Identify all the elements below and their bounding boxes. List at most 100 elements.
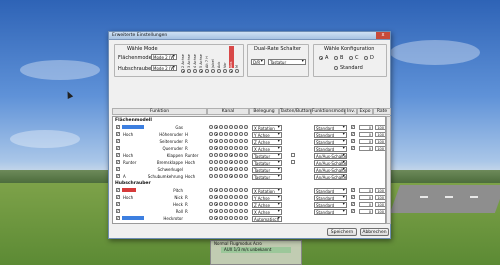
invert-checkbox[interactable]: [351, 131, 355, 136]
channel-radio[interactable]: [219, 146, 223, 150]
channel-radio[interactable]: [239, 216, 243, 220]
channel-radio[interactable]: [219, 132, 223, 136]
rate-field[interactable]: 100: [375, 125, 385, 130]
channel-radio[interactable]: [244, 167, 248, 171]
row-enable-checkbox[interactable]: [116, 201, 120, 206]
channel-radio[interactable]: [209, 132, 213, 136]
column-header-rate[interactable]: Rate: [373, 108, 391, 115]
channel-radio[interactable]: [214, 167, 218, 171]
row-enable-checkbox[interactable]: [116, 215, 120, 220]
row-enable-checkbox[interactable]: [116, 145, 120, 150]
invert-checkbox[interactable]: [351, 124, 355, 129]
channel-radio[interactable]: [219, 202, 223, 206]
channel-radio[interactable]: [229, 216, 233, 220]
config-radio-a[interactable]: [319, 56, 323, 60]
close-button[interactable]: x: [376, 32, 390, 39]
channel-radio[interactable]: [229, 202, 233, 206]
dual-rate-input-select[interactable]: Tastatur: [268, 59, 306, 65]
channel-radio[interactable]: [214, 209, 218, 213]
channel-radio[interactable]: [234, 188, 238, 192]
channel-radio[interactable]: [214, 132, 218, 136]
mode-radio[interactable]: [211, 69, 215, 73]
expo-field[interactable]: 0: [359, 139, 373, 144]
channel-radio[interactable]: [239, 195, 243, 199]
channel-radio[interactable]: [229, 146, 233, 150]
channel-radio[interactable]: [224, 132, 228, 136]
row-mode-select[interactable]: Bewegen: +/-: [314, 223, 347, 224]
invert-checkbox[interactable]: [351, 194, 355, 199]
channel-radio[interactable]: [224, 209, 228, 213]
channel-radio[interactable]: [214, 202, 218, 206]
key-button[interactable]: [291, 160, 295, 164]
channel-radio[interactable]: [234, 223, 238, 224]
channel-radio[interactable]: [224, 167, 228, 171]
channel-radio[interactable]: [229, 195, 233, 199]
channel-radio[interactable]: [209, 195, 213, 199]
column-header-mode[interactable]: Funktionsmodus: [311, 108, 349, 115]
mode-radio[interactable]: [235, 69, 239, 73]
channel-radio[interactable]: [224, 202, 228, 206]
channel-radio[interactable]: [239, 125, 243, 129]
column-header-function[interactable]: Funktion: [112, 108, 207, 115]
channel-radio[interactable]: [239, 132, 243, 136]
channel-radio[interactable]: [234, 160, 238, 164]
channel-radio[interactable]: [209, 153, 213, 157]
channel-radio[interactable]: [214, 195, 218, 199]
mode-select-heli[interactable]: Mode 2 (W: [151, 65, 177, 71]
channel-radio[interactable]: [214, 160, 218, 164]
save-button[interactable]: Speichern: [327, 228, 357, 236]
channel-radio[interactable]: [209, 223, 213, 224]
invert-checkbox[interactable]: [351, 145, 355, 150]
channel-radio[interactable]: [219, 174, 223, 178]
channel-radio[interactable]: [229, 160, 233, 164]
channel-radio[interactable]: [224, 125, 228, 129]
channel-radio[interactable]: [234, 167, 238, 171]
channel-radio[interactable]: [234, 125, 238, 129]
row-enable-checkbox[interactable]: [116, 152, 120, 157]
row-enable-checkbox[interactable]: [117, 222, 120, 223]
column-header-keys[interactable]: Tasten/Buttons: [279, 108, 313, 115]
channel-radio[interactable]: [239, 202, 243, 206]
channel-radio[interactable]: [234, 216, 238, 220]
channel-radio[interactable]: [219, 195, 223, 199]
channel-radio[interactable]: [229, 132, 233, 136]
column-header-assignment[interactable]: Belegung: [249, 108, 279, 115]
channel-radio[interactable]: [209, 174, 213, 178]
channel-radio[interactable]: [244, 209, 248, 213]
row-enable-checkbox[interactable]: [116, 173, 120, 178]
mode-radio[interactable]: [199, 69, 203, 73]
column-header-channel[interactable]: Kanal: [207, 108, 249, 115]
rate-field[interactable]: 100: [375, 188, 385, 193]
channel-radio[interactable]: [219, 209, 223, 213]
rate-field[interactable]: 100: [375, 132, 385, 137]
rate-field[interactable]: 100: [375, 195, 385, 200]
expo-field[interactable]: 0: [359, 188, 373, 193]
mode-select-plane[interactable]: Mode 2 (W: [151, 54, 177, 60]
channel-radio[interactable]: [219, 188, 223, 192]
channel-radio[interactable]: [229, 174, 233, 178]
dual-rate-switch[interactable]: D/R: [251, 59, 265, 65]
mode-radio[interactable]: [193, 69, 197, 73]
channel-radio[interactable]: [214, 146, 218, 150]
channel-radio[interactable]: [229, 167, 233, 171]
expo-field[interactable]: 0: [359, 209, 373, 214]
channel-radio[interactable]: [219, 167, 223, 171]
channel-radio[interactable]: [224, 188, 228, 192]
channel-radio[interactable]: [234, 209, 238, 213]
row-mode-select[interactable]: An/Aus-Schalter: [314, 174, 347, 180]
row-enable-checkbox[interactable]: [116, 166, 120, 171]
channel-radio[interactable]: [224, 216, 228, 220]
cancel-button[interactable]: Abbrechen: [360, 228, 389, 236]
channel-radio[interactable]: [239, 188, 243, 192]
channel-radio[interactable]: [219, 223, 223, 224]
channel-radio[interactable]: [219, 139, 223, 143]
channel-radio[interactable]: [214, 125, 218, 129]
channel-radio[interactable]: [214, 223, 218, 224]
channel-radio[interactable]: [219, 160, 223, 164]
channel-radio[interactable]: [239, 160, 243, 164]
channel-radio[interactable]: [229, 188, 233, 192]
channel-radio[interactable]: [244, 202, 248, 206]
config-radio-standard[interactable]: [334, 66, 338, 70]
channel-radio[interactable]: [224, 139, 228, 143]
channel-radio[interactable]: [239, 146, 243, 150]
